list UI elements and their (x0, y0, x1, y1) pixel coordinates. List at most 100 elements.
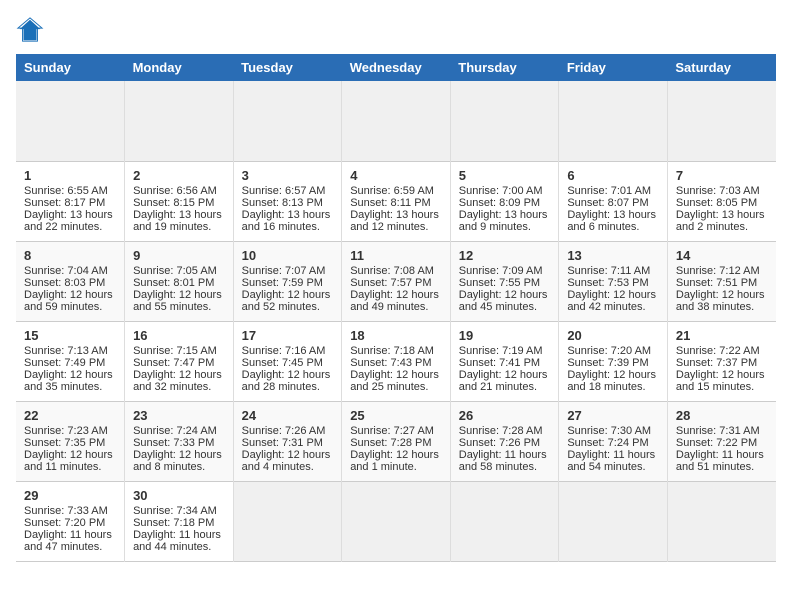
day-info: Daylight: 12 hours (24, 289, 116, 301)
calendar-week-1: 1Sunrise: 6:55 AMSunset: 8:17 PMDaylight… (16, 161, 776, 241)
calendar-cell: 11Sunrise: 7:08 AMSunset: 7:57 PMDayligh… (342, 241, 451, 321)
day-info: Sunset: 7:43 PM (350, 357, 442, 369)
day-info: and 42 minutes. (567, 301, 659, 313)
day-info: Sunset: 7:41 PM (459, 357, 551, 369)
calendar-week-5: 29Sunrise: 7:33 AMSunset: 7:20 PMDayligh… (16, 481, 776, 561)
day-info: and 22 minutes. (24, 221, 116, 233)
calendar-cell: 14Sunrise: 7:12 AMSunset: 7:51 PMDayligh… (667, 241, 776, 321)
day-info: and 15 minutes. (676, 381, 768, 393)
day-info: Daylight: 12 hours (567, 369, 659, 381)
day-info: Sunrise: 7:09 AM (459, 265, 551, 277)
day-info: and 8 minutes. (133, 461, 225, 473)
day-info: Daylight: 12 hours (24, 369, 116, 381)
day-info: Sunset: 7:59 PM (242, 277, 334, 289)
day-number: 16 (133, 328, 225, 343)
calendar-cell: 9Sunrise: 7:05 AMSunset: 8:01 PMDaylight… (125, 241, 234, 321)
calendar-week-3: 15Sunrise: 7:13 AMSunset: 7:49 PMDayligh… (16, 321, 776, 401)
day-info: Sunrise: 7:19 AM (459, 345, 551, 357)
calendar-cell: 19Sunrise: 7:19 AMSunset: 7:41 PMDayligh… (450, 321, 559, 401)
day-number: 23 (133, 408, 225, 423)
day-info: Daylight: 12 hours (350, 369, 442, 381)
day-info: and 6 minutes. (567, 221, 659, 233)
day-info: Sunrise: 7:33 AM (24, 505, 116, 517)
day-info: Daylight: 12 hours (242, 369, 334, 381)
day-info: Daylight: 12 hours (459, 289, 551, 301)
day-info: Sunrise: 7:24 AM (133, 425, 225, 437)
day-info: Sunrise: 7:27 AM (350, 425, 442, 437)
day-info: Daylight: 12 hours (133, 289, 225, 301)
calendar-cell (342, 81, 451, 161)
day-info: and 18 minutes. (567, 381, 659, 393)
day-number: 13 (567, 248, 659, 263)
day-number: 21 (676, 328, 768, 343)
calendar-cell: 21Sunrise: 7:22 AMSunset: 7:37 PMDayligh… (667, 321, 776, 401)
day-info: Daylight: 12 hours (133, 369, 225, 381)
day-info: Daylight: 13 hours (459, 209, 551, 221)
day-header-friday: Friday (559, 54, 668, 81)
day-info: and 2 minutes. (676, 221, 768, 233)
calendar-cell: 30Sunrise: 7:34 AMSunset: 7:18 PMDayligh… (125, 481, 234, 561)
day-number: 5 (459, 168, 551, 183)
calendar-cell: 1Sunrise: 6:55 AMSunset: 8:17 PMDaylight… (16, 161, 125, 241)
day-info: Daylight: 13 hours (133, 209, 225, 221)
day-number: 6 (567, 168, 659, 183)
day-info: and 11 minutes. (24, 461, 116, 473)
day-info: Sunset: 8:07 PM (567, 197, 659, 209)
day-number: 14 (676, 248, 768, 263)
calendar-cell: 5Sunrise: 7:00 AMSunset: 8:09 PMDaylight… (450, 161, 559, 241)
day-info: Sunset: 7:35 PM (24, 437, 116, 449)
header-row: SundayMondayTuesdayWednesdayThursdayFrid… (16, 54, 776, 81)
day-info: Sunrise: 7:22 AM (676, 345, 768, 357)
day-info: and 9 minutes. (459, 221, 551, 233)
day-number: 2 (133, 168, 225, 183)
day-info: Sunset: 7:18 PM (133, 517, 225, 529)
day-info: Daylight: 12 hours (567, 289, 659, 301)
calendar-cell: 4Sunrise: 6:59 AMSunset: 8:11 PMDaylight… (342, 161, 451, 241)
day-info: and 12 minutes. (350, 221, 442, 233)
day-header-wednesday: Wednesday (342, 54, 451, 81)
day-info: Sunset: 8:15 PM (133, 197, 225, 209)
day-number: 10 (242, 248, 334, 263)
calendar-cell: 23Sunrise: 7:24 AMSunset: 7:33 PMDayligh… (125, 401, 234, 481)
calendar-cell: 28Sunrise: 7:31 AMSunset: 7:22 PMDayligh… (667, 401, 776, 481)
day-number: 17 (242, 328, 334, 343)
day-info: Sunrise: 6:55 AM (24, 185, 116, 197)
day-info: and 51 minutes. (676, 461, 768, 473)
day-info: and 38 minutes. (676, 301, 768, 313)
day-info: and 47 minutes. (24, 541, 116, 553)
day-number: 19 (459, 328, 551, 343)
day-info: Sunset: 8:05 PM (676, 197, 768, 209)
calendar-cell: 6Sunrise: 7:01 AMSunset: 8:07 PMDaylight… (559, 161, 668, 241)
day-info: Sunrise: 6:56 AM (133, 185, 225, 197)
calendar-week-0 (16, 81, 776, 161)
calendar-cell (559, 81, 668, 161)
day-number: 24 (242, 408, 334, 423)
day-number: 20 (567, 328, 659, 343)
day-info: Sunset: 7:49 PM (24, 357, 116, 369)
day-info: and 59 minutes. (24, 301, 116, 313)
calendar-week-2: 8Sunrise: 7:04 AMSunset: 8:03 PMDaylight… (16, 241, 776, 321)
day-header-tuesday: Tuesday (233, 54, 342, 81)
day-info: Sunrise: 6:57 AM (242, 185, 334, 197)
day-info: Sunrise: 6:59 AM (350, 185, 442, 197)
day-info: and 4 minutes. (242, 461, 334, 473)
day-info: Daylight: 11 hours (24, 529, 116, 541)
day-number: 12 (459, 248, 551, 263)
day-info: Daylight: 12 hours (676, 369, 768, 381)
day-number: 3 (242, 168, 334, 183)
calendar-cell (667, 481, 776, 561)
calendar-cell: 20Sunrise: 7:20 AMSunset: 7:39 PMDayligh… (559, 321, 668, 401)
day-info: Sunrise: 7:12 AM (676, 265, 768, 277)
day-info: Sunset: 7:51 PM (676, 277, 768, 289)
day-info: Sunrise: 7:03 AM (676, 185, 768, 197)
day-info: Daylight: 13 hours (350, 209, 442, 221)
day-info: Sunrise: 7:18 AM (350, 345, 442, 357)
calendar-cell: 12Sunrise: 7:09 AMSunset: 7:55 PMDayligh… (450, 241, 559, 321)
calendar-cell: 8Sunrise: 7:04 AMSunset: 8:03 PMDaylight… (16, 241, 125, 321)
day-info: and 16 minutes. (242, 221, 334, 233)
day-info: Sunrise: 7:08 AM (350, 265, 442, 277)
day-info: Sunset: 8:01 PM (133, 277, 225, 289)
calendar-cell: 25Sunrise: 7:27 AMSunset: 7:28 PMDayligh… (342, 401, 451, 481)
day-number: 29 (24, 488, 116, 503)
day-info: Sunrise: 7:26 AM (242, 425, 334, 437)
